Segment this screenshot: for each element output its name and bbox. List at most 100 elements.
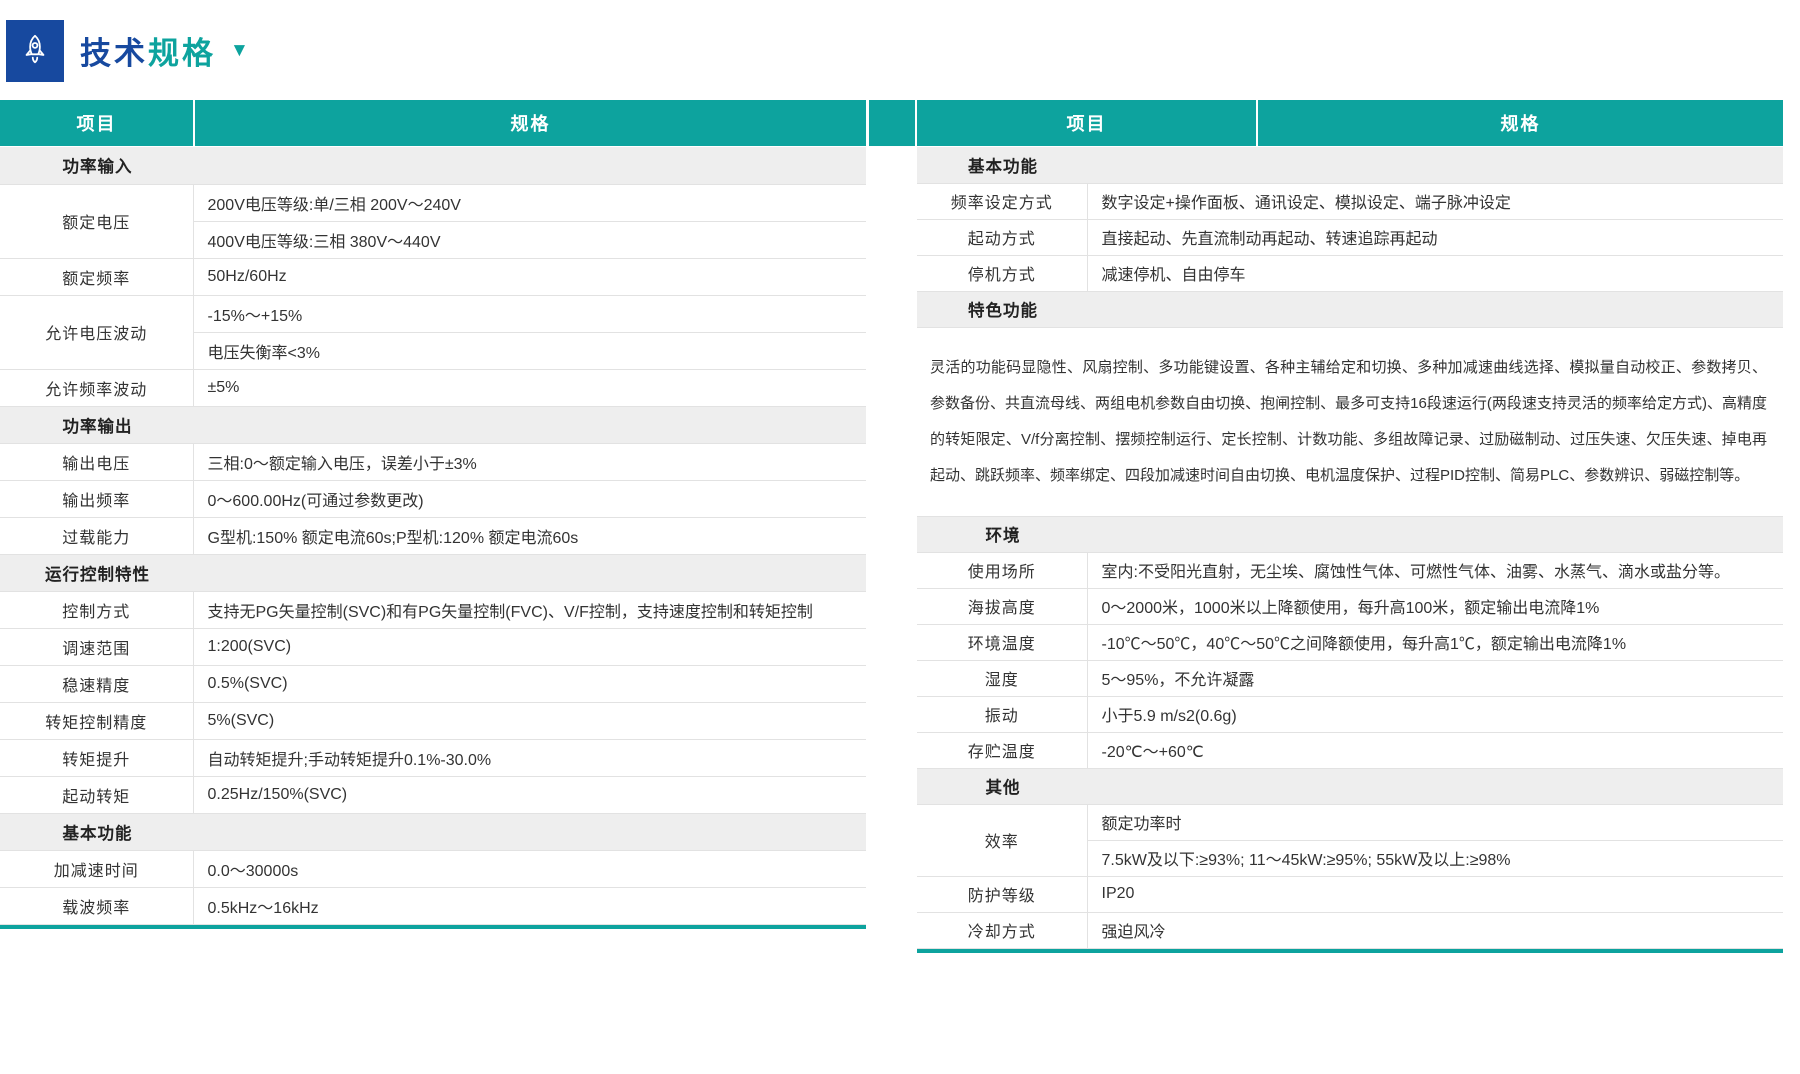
spec-label-cell: 停机方式 — [917, 255, 1087, 291]
table-row: 冷却方式强迫风冷 — [917, 912, 1783, 948]
table-row: 起动方式直接起动、先直流制动再起动、转速追踪再起动 — [917, 219, 1783, 255]
table-row: 载波频率0.5kHz～16kHz — [0, 887, 866, 924]
table-row: 停机方式减速停机、自由停车 — [917, 255, 1783, 291]
logo-badge — [6, 20, 64, 82]
table-row: 输出频率0～600.00Hz(可通过参数更改) — [0, 480, 866, 517]
spec-label-cell: 海拔高度 — [917, 588, 1087, 624]
spec-label-cell: 控制方式 — [0, 591, 193, 628]
section-row: 功率输出 — [0, 406, 866, 443]
spec-label-cell: 转矩提升 — [0, 739, 193, 776]
spec-label-cell: 环境温度 — [917, 624, 1087, 660]
spec-tables: 项目 规格 功率输入 额定电压200V电压等级:单/三相 200V～240V 4… — [0, 100, 1800, 953]
spec-value-cell: 三相:0～额定输入电压，误差小于±3% — [193, 443, 866, 480]
spec-label-cell: 额定频率 — [0, 258, 193, 295]
spec-value-cell: 数字设定+操作面板、通讯设定、模拟设定、端子脉冲设定 — [1087, 183, 1783, 219]
chevron-down-icon: ▼ — [230, 40, 249, 62]
section-label: 特色功能 — [918, 297, 1088, 321]
spec-label-cell: 起动转矩 — [0, 776, 193, 813]
spec-value-cell: 50Hz/60Hz — [193, 258, 866, 295]
section-row: 运行控制特性 — [0, 554, 866, 591]
section-row: 基本功能 — [917, 147, 1783, 183]
table-row: 湿度5～95%，不允许凝露 — [917, 660, 1783, 696]
spec-label-cell: 允许频率波动 — [0, 369, 193, 406]
table-row: 额定频率50Hz/60Hz — [0, 258, 866, 295]
spec-value-cell: 200V电压等级:单/三相 200V～240V — [193, 184, 866, 221]
section-label: 基本功能 — [1, 820, 194, 844]
spec-value-cell: -20℃～+60℃ — [1087, 732, 1783, 768]
spec-label-cell: 效率 — [917, 804, 1087, 876]
table-row: 加减速时间0.0～30000s — [0, 850, 866, 887]
spec-value-cell: 室内:不受阳光直射，无尘埃、腐蚀性气体、可燃性气体、油雾、水蒸气、滴水或盐分等。 — [1087, 552, 1783, 588]
spec-label-cell: 存贮温度 — [917, 732, 1087, 768]
table-row: 额定电压200V电压等级:单/三相 200V～240V — [0, 184, 866, 221]
spec-value-cell: 直接起动、先直流制动再起动、转速追踪再起动 — [1087, 219, 1783, 255]
section-row: 基本功能 — [0, 813, 866, 850]
table-row: 效率额定功率时 — [917, 804, 1783, 840]
spec-value-cell: 0.5kHz～16kHz — [193, 887, 866, 924]
spec-value-cell: 0.25Hz/150%(SVC) — [193, 776, 866, 813]
table-row: 过载能力G型机:150% 额定电流60s;P型机:120% 额定电流60s — [0, 517, 866, 554]
right-spec-table: 项目 规格 基本功能 频率设定方式数字设定+操作面板、通讯设定、模拟设定、端子脉… — [917, 100, 1783, 953]
spec-label-cell: 调速范围 — [0, 628, 193, 665]
table-row: 频率设定方式数字设定+操作面板、通讯设定、模拟设定、端子脉冲设定 — [917, 183, 1783, 219]
spec-value-cell: 支持无PG矢量控制(SVC)和有PG矢量控制(FVC)、V/F控制，支持速度控制… — [193, 591, 866, 628]
section-row: 功率输入 — [0, 147, 866, 184]
spec-label-cell: 允许电压波动 — [0, 295, 193, 369]
left-header-item: 项目 — [0, 100, 193, 146]
table-divider-gap — [866, 100, 917, 146]
section-label: 其他 — [918, 774, 1088, 798]
spec-value-cell: 强迫风冷 — [1087, 912, 1783, 948]
table-row: 转矩控制精度5%(SVC) — [0, 702, 866, 739]
section-label: 功率输出 — [1, 413, 194, 437]
page-title: 技术 规格 ▼ — [80, 28, 249, 73]
rocket-icon — [17, 31, 53, 72]
table-row: 使用场所室内:不受阳光直射，无尘埃、腐蚀性气体、可燃性气体、油雾、水蒸气、滴水或… — [917, 552, 1783, 588]
feature-paragraph: 灵活的功能码显隐性、风扇控制、多功能键设置、各种主辅给定和切换、多种加减速曲线选… — [917, 327, 1783, 516]
table-row: 控制方式支持无PG矢量控制(SVC)和有PG矢量控制(FVC)、V/F控制，支持… — [0, 591, 866, 628]
spec-value-cell: 0～2000米，1000米以上降额使用，每升高100米，额定输出电流降1% — [1087, 588, 1783, 624]
spec-value-cell: G型机:150% 额定电流60s;P型机:120% 额定电流60s — [193, 517, 866, 554]
spec-value-cell: 小于5.9 m/s2(0.6g) — [1087, 696, 1783, 732]
right-table-body: 基本功能 频率设定方式数字设定+操作面板、通讯设定、模拟设定、端子脉冲设定 起动… — [917, 147, 1783, 949]
spec-value-cell: 400V电压等级:三相 380V～440V — [193, 221, 866, 258]
section-row: 其他 — [917, 768, 1783, 804]
table-row: 防护等级IP20 — [917, 876, 1783, 912]
left-header-spec: 规格 — [195, 100, 866, 146]
table-row: 转矩提升自动转矩提升;手动转矩提升0.1%-30.0% — [0, 739, 866, 776]
spec-value-cell: 减速停机、自由停车 — [1087, 255, 1783, 291]
title-bar: 技术 规格 ▼ — [0, 0, 1800, 100]
table-row: 允许频率波动±5% — [0, 369, 866, 406]
spec-value-cell: 5～95%，不允许凝露 — [1087, 660, 1783, 696]
spec-value-cell: 5%(SVC) — [193, 702, 866, 739]
spec-label-cell: 加减速时间 — [0, 850, 193, 887]
table-row: 输出电压三相:0～额定输入电压，误差小于±3% — [0, 443, 866, 480]
feature-paragraph-row: 灵活的功能码显隐性、风扇控制、多功能键设置、各种主辅给定和切换、多种加减速曲线选… — [917, 327, 1783, 516]
spec-label-cell: 振动 — [917, 696, 1087, 732]
left-spec-table: 项目 规格 功率输入 额定电压200V电压等级:单/三相 200V～240V 4… — [0, 100, 866, 929]
page-title-part-teal: 规格 — [148, 28, 216, 73]
section-label: 运行控制特性 — [1, 561, 194, 585]
spec-value-cell: 0～600.00Hz(可通过参数更改) — [193, 480, 866, 517]
section-label: 环境 — [918, 522, 1088, 546]
right-table-header: 项目 规格 — [917, 100, 1783, 146]
spec-label-cell: 冷却方式 — [917, 912, 1087, 948]
spec-label-cell: 频率设定方式 — [917, 183, 1087, 219]
spec-value-cell: -15%～+15% — [193, 295, 866, 332]
table-row: 存贮温度-20℃～+60℃ — [917, 732, 1783, 768]
spec-label-cell: 稳速精度 — [0, 665, 193, 702]
left-table-body: 功率输入 额定电压200V电压等级:单/三相 200V～240V 400V电压等… — [0, 147, 866, 925]
spec-label-cell: 额定电压 — [0, 184, 193, 258]
spec-page: 技术 规格 ▼ 项目 规格 功率输入 额定电压200V电压等级:单/三相 200… — [0, 0, 1800, 953]
page-title-part-blue: 技术 — [80, 28, 148, 73]
section-label: 基本功能 — [918, 153, 1088, 177]
spec-value-cell: 0.5%(SVC) — [193, 665, 866, 702]
section-row: 特色功能 — [917, 291, 1783, 327]
table-row: 允许电压波动-15%～+15% — [0, 295, 866, 332]
spec-value-cell: IP20 — [1087, 876, 1783, 912]
table-row: 振动小于5.9 m/s2(0.6g) — [917, 696, 1783, 732]
table-row: 调速范围1:200(SVC) — [0, 628, 866, 665]
spec-label-cell: 防护等级 — [917, 876, 1087, 912]
spec-label-cell: 过载能力 — [0, 517, 193, 554]
spec-value-cell: 自动转矩提升;手动转矩提升0.1%-30.0% — [193, 739, 866, 776]
spec-value-cell: 1:200(SVC) — [193, 628, 866, 665]
